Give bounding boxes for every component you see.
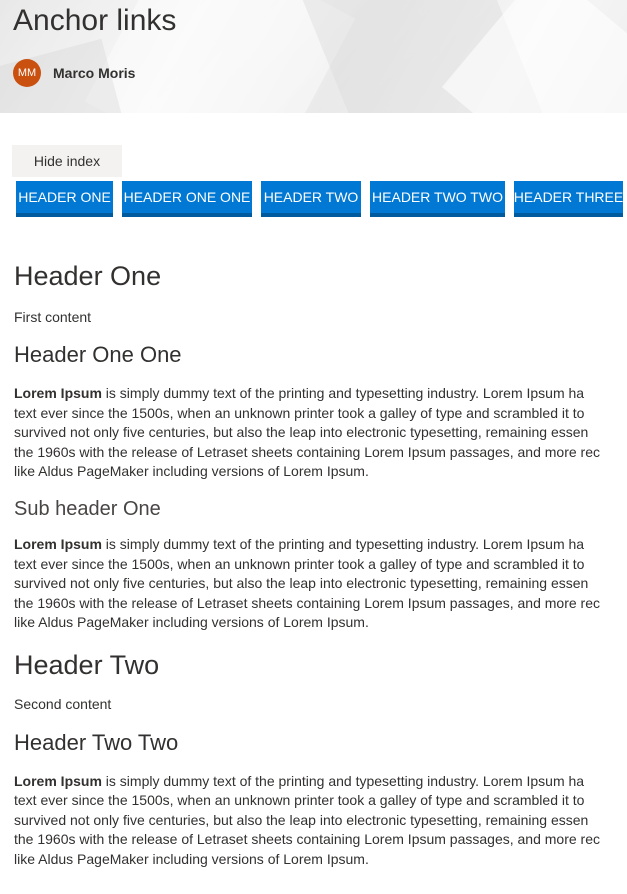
nav-header-one-button[interactable]: HEADER ONE: [16, 181, 113, 217]
section-header-two-body: Second content: [14, 696, 112, 713]
section-header-two-two-body: Lorem Ipsum is simply dummy text of the …: [14, 772, 627, 869]
paragraph-line: like Aldus PageMaker including versions …: [14, 850, 369, 867]
paragraph-line: the 1960s with the release of Letraset s…: [14, 443, 601, 460]
paragraph-line: Lorem Ipsum is simply dummy text of the …: [14, 772, 627, 791]
paragraph-line: survived not only five centuries, but al…: [14, 424, 589, 441]
section-header-one-title: Header One: [14, 261, 162, 291]
paragraph-line: text ever since the 1500s, when an unkno…: [14, 555, 585, 572]
paragraph-line: Lorem Ipsum is simply dummy text of the …: [14, 384, 627, 403]
paragraph-line: the 1960s with the release of Letraset s…: [14, 594, 601, 611]
section-header-one-one-title: Header One One: [14, 342, 182, 368]
paragraph-text: is simply dummy text of the printing and…: [101, 385, 585, 402]
paragraph-line: like Aldus PageMaker including versions …: [14, 614, 369, 631]
section-header-one-body: First content: [14, 309, 92, 325]
section-header-one-one-body: Lorem Ipsum is simply dummy text of the …: [14, 384, 627, 481]
hide-index-button[interactable]: Hide index: [12, 145, 122, 177]
section-sub-header-one-title: Sub header One: [14, 498, 161, 521]
bold-term: Lorem Ipsum: [14, 772, 102, 789]
avatar[interactable]: MM: [13, 59, 41, 87]
paragraph-line: survived not only five centuries, but al…: [14, 811, 589, 828]
paragraph-line: text ever since the 1500s, when an unkno…: [14, 792, 585, 809]
paragraph-line: text ever since the 1500s, when an unkno…: [14, 404, 585, 421]
page-title: Anchor links: [13, 4, 177, 37]
paragraph-text: is simply dummy text of the printing and…: [101, 536, 585, 553]
paragraph-line: like Aldus PageMaker including versions …: [14, 463, 369, 480]
page-content: Header One First content Header One One …: [14, 255, 627, 869]
anchor-nav: HEADER ONE HEADER ONE ONE HEADER TWO HEA…: [16, 181, 623, 217]
hero-banner: Anchor links MM Marco Moris: [0, 0, 627, 113]
paragraph-line: Lorem Ipsum is simply dummy text of the …: [14, 535, 627, 554]
nav-header-one-one-button[interactable]: HEADER ONE ONE: [122, 181, 252, 217]
nav-header-two-button[interactable]: HEADER TWO: [261, 181, 361, 217]
paragraph-text: is simply dummy text of the printing and…: [101, 772, 585, 789]
paragraph-line: the 1960s with the release of Letraset s…: [14, 831, 601, 848]
nav-header-three-button[interactable]: HEADER THREE: [514, 181, 623, 217]
bold-term: Lorem Ipsum: [14, 536, 102, 553]
nav-header-two-two-button[interactable]: HEADER TWO TWO: [370, 181, 505, 217]
bold-term: Lorem Ipsum: [14, 385, 102, 402]
author-name[interactable]: Marco Moris: [53, 65, 135, 81]
section-header-two-two-title: Header Two Two: [14, 729, 179, 755]
paragraph-line: survived not only five centuries, but al…: [14, 575, 589, 592]
section-header-two-title: Header Two: [14, 650, 160, 681]
section-sub-header-one-body: Lorem Ipsum is simply dummy text of the …: [14, 535, 627, 632]
page-canvas: Anchor links MM Marco Moris Hide index H…: [0, 0, 627, 894]
author-byline[interactable]: MM Marco Moris: [13, 59, 135, 87]
